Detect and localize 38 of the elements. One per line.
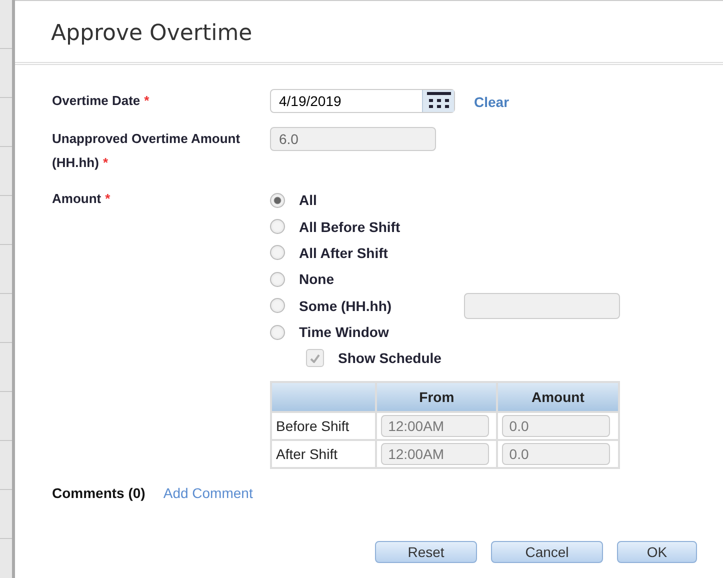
checkbox-label[interactable]: Show Schedule <box>338 350 442 366</box>
clear-link[interactable]: Clear <box>474 94 510 110</box>
time-field[interactable]: 12:00AM <box>381 415 490 438</box>
column-header: From <box>376 382 498 412</box>
checkmark-icon <box>310 354 320 363</box>
radio-button[interactable] <box>270 272 285 287</box>
overtime-amount-field[interactable]: 6.0 <box>270 127 436 151</box>
calendar-icon <box>426 92 450 110</box>
dialog-button[interactable]: Cancel <box>491 541 603 564</box>
row-label: Before Shift <box>271 412 376 440</box>
comments-heading: Comments (0) <box>52 485 146 502</box>
date-picker[interactable]: 4/19/2019 <box>270 89 455 113</box>
calendar-button[interactable] <box>422 90 454 112</box>
radio-button[interactable] <box>270 324 285 340</box>
option-label[interactable]: All <box>299 192 317 208</box>
time-field[interactable]: 12:00AM <box>381 443 490 466</box>
checkbox[interactable] <box>306 349 324 368</box>
option-label[interactable]: All After Shift <box>299 244 388 261</box>
amount-field[interactable]: 0.0 <box>502 415 610 438</box>
dialog-button[interactable]: Reset <box>375 541 477 564</box>
row-label: After Shift <box>271 440 376 468</box>
dialog-title: Approve Overtime <box>15 1 723 65</box>
option-label[interactable]: All Before Shift <box>299 218 400 235</box>
option-label[interactable]: None <box>299 271 334 288</box>
field-label: Unapproved Overtime Amount (HH.hh) * <box>52 130 242 172</box>
radio-button[interactable] <box>270 192 285 208</box>
radio-button[interactable] <box>270 219 285 234</box>
dialog-button[interactable]: OK <box>617 541 697 564</box>
hours-field[interactable] <box>464 292 620 319</box>
radio-button[interactable] <box>270 245 285 260</box>
column-header: Amount <box>497 382 619 412</box>
amount-field[interactable]: 0.0 <box>502 443 610 466</box>
field-label: Overtime Date * <box>52 92 150 110</box>
field-label: Amount * <box>52 190 112 208</box>
option-label[interactable]: Time Window <box>299 324 389 340</box>
option-label[interactable]: Some (HH.hh) <box>299 298 392 314</box>
date-field[interactable]: 4/19/2019 <box>271 93 422 109</box>
radio-button[interactable] <box>270 298 285 314</box>
